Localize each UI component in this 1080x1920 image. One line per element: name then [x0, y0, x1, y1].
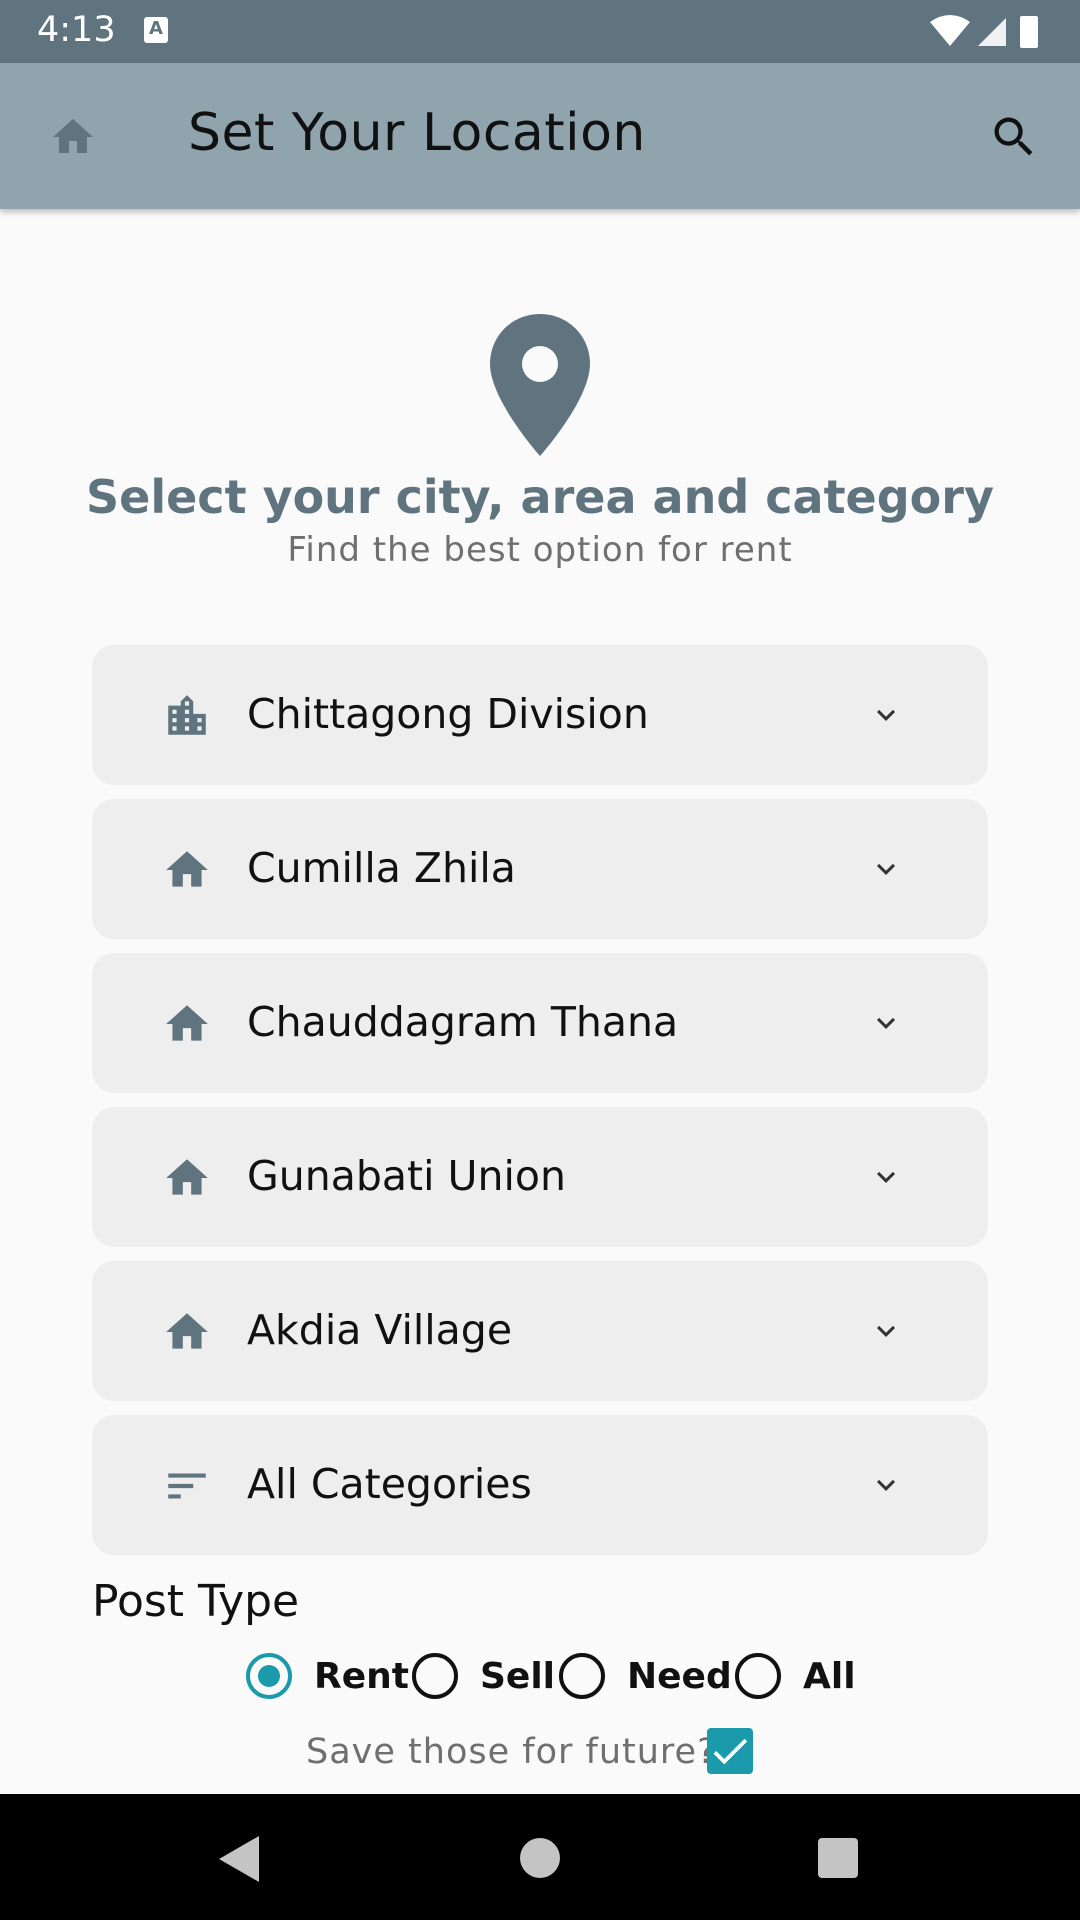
- wifi-icon: [930, 15, 970, 46]
- location-pin-icon: [490, 314, 590, 456]
- chevron-down-icon: [877, 863, 895, 875]
- radio-all[interactable]: All: [735, 1648, 856, 1704]
- village-dropdown[interactable]: Akdia Village: [92, 1261, 988, 1401]
- radio-sell[interactable]: Sell: [412, 1648, 555, 1704]
- status-icons: [930, 15, 1038, 48]
- dropdown-label: All Categories: [247, 1460, 532, 1508]
- status-time: 4:13: [37, 10, 116, 50]
- search-icon[interactable]: [988, 111, 1040, 163]
- save-preferences-label: Save those for future?: [306, 1732, 717, 1772]
- district-dropdown[interactable]: Cumilla Zhila: [92, 799, 988, 939]
- chevron-down-icon: [877, 1017, 895, 1029]
- filter-list-icon: [168, 1473, 206, 1499]
- radio-button[interactable]: [412, 1653, 458, 1699]
- radio-need[interactable]: Need: [559, 1648, 732, 1704]
- post-type-label: Post Type: [92, 1576, 300, 1627]
- division-dropdown[interactable]: Chittagong Division: [92, 645, 988, 785]
- radio-label: Sell: [480, 1655, 556, 1697]
- dropdown-label: Chittagong Division: [247, 690, 649, 738]
- chevron-down-icon: [877, 1171, 895, 1183]
- dropdown-label: Cumilla Zhila: [247, 844, 516, 892]
- status-bar: 4:13 A: [0, 0, 1080, 63]
- save-preferences-row: Save those for future?: [0, 1726, 1080, 1778]
- chevron-down-icon: [877, 709, 895, 721]
- radio-label: All: [803, 1655, 856, 1697]
- home-nav-icon[interactable]: [520, 1838, 560, 1878]
- union-dropdown[interactable]: Gunabati Union: [92, 1107, 988, 1247]
- radio-label: Need: [627, 1655, 732, 1697]
- dropdown-label: Chauddagram Thana: [247, 998, 679, 1046]
- hero-subtitle: Find the best option for rent: [287, 530, 793, 570]
- category-dropdown[interactable]: All Categories: [92, 1415, 988, 1555]
- radio-button[interactable]: [735, 1653, 781, 1699]
- chevron-down-icon: [877, 1325, 895, 1337]
- a-letter-icon: A: [144, 17, 168, 43]
- dropdown-label: Gunabati Union: [247, 1152, 566, 1200]
- save-preferences-checkbox[interactable]: [707, 1728, 753, 1774]
- system-nav-bar: [0, 1794, 1080, 1920]
- post-type-radio-group: Rent Sell Need All: [0, 1648, 1080, 1704]
- chevron-down-icon: [877, 1479, 895, 1491]
- thana-dropdown[interactable]: Chauddagram Thana: [92, 953, 988, 1093]
- check-icon: [713, 1738, 748, 1765]
- recents-icon[interactable]: [818, 1838, 858, 1878]
- radio-rent[interactable]: Rent: [246, 1648, 409, 1704]
- hero-title: Select your city, area and category: [86, 470, 994, 524]
- radio-label: Rent: [314, 1655, 409, 1697]
- battery-icon: [1020, 16, 1038, 48]
- city-icon: [168, 695, 206, 735]
- home-icon[interactable]: [47, 113, 99, 161]
- home-icon: [166, 1313, 208, 1349]
- back-icon[interactable]: [215, 1834, 261, 1884]
- home-icon: [166, 1159, 208, 1195]
- page-title: Set Your Location: [188, 103, 646, 163]
- app-bar: Set Your Location: [0, 63, 1080, 209]
- radio-button[interactable]: [559, 1653, 605, 1699]
- home-icon: [166, 1005, 208, 1041]
- signal-icon: [978, 18, 1006, 46]
- dropdown-label: Akdia Village: [247, 1306, 513, 1354]
- radio-button-checked[interactable]: [246, 1653, 292, 1699]
- home-icon: [166, 851, 208, 887]
